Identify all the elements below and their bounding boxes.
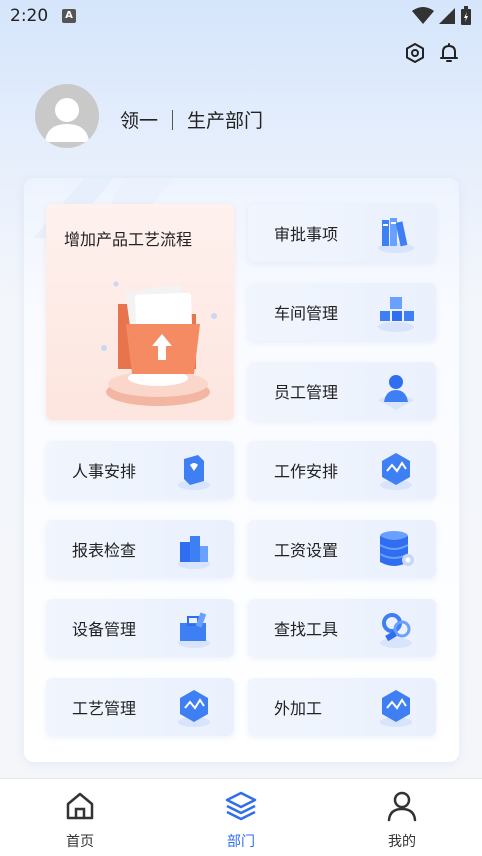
user-name: 领一 <box>120 110 159 132</box>
bell-icon[interactable] <box>438 42 460 64</box>
divider <box>172 109 174 130</box>
settings-icon[interactable] <box>404 42 426 64</box>
person-icon <box>378 375 414 410</box>
tile-label: 报表检查 <box>72 541 137 560</box>
status-indicators <box>412 6 472 26</box>
nav-department[interactable]: 部门 <box>201 789 281 851</box>
books-icon <box>378 218 414 253</box>
salary-settings-tile[interactable]: 工资设置 <box>248 520 436 578</box>
add-process-flow-label: 增加产品工艺流程 <box>64 230 193 249</box>
tile-label: 车间管理 <box>274 304 339 323</box>
bar-blocks-icon <box>178 536 210 569</box>
equipment-management-tile[interactable]: 设备管理 <box>46 599 234 657</box>
nav-department-label: 部门 <box>227 834 255 850</box>
add-process-flow-tile[interactable]: 增加产品工艺流程 <box>46 204 234 420</box>
database-gear-icon <box>379 531 414 566</box>
tile-label: 人事安排 <box>72 462 137 481</box>
report-check-tile[interactable]: 报表检查 <box>46 520 234 578</box>
search-tool-icon <box>380 613 412 648</box>
find-tools-tile[interactable]: 查找工具 <box>248 599 436 657</box>
avatar[interactable] <box>35 84 99 148</box>
document-cube-icon <box>178 455 210 490</box>
nav-home-label: 首页 <box>66 834 94 850</box>
tile-label: 审批事项 <box>274 225 339 244</box>
profile-info: 领一 生产部门 <box>120 106 263 133</box>
layers-icon <box>225 791 257 821</box>
tile-label: 工艺管理 <box>72 699 137 718</box>
nav-mine[interactable]: 我的 <box>362 789 442 851</box>
status-bar: 2:20 A <box>0 0 482 34</box>
bottom-nav: 首页 部门 我的 <box>0 778 482 856</box>
folder-upload-icon <box>101 281 217 406</box>
approval-items-tile[interactable]: 审批事项 <box>248 204 436 262</box>
notification-a-icon: A <box>62 9 76 23</box>
outsourcing-tile[interactable]: 外加工 <box>248 678 436 736</box>
wifi-icon <box>412 7 434 24</box>
hexagon-chart-icon <box>380 453 412 490</box>
signal-icon <box>439 8 455 24</box>
workshop-management-tile[interactable]: 车间管理 <box>248 283 436 341</box>
status-time: 2:20 <box>10 6 49 26</box>
nav-home[interactable]: 首页 <box>40 789 120 851</box>
process-management-tile[interactable]: 工艺管理 <box>46 678 234 736</box>
nav-mine-label: 我的 <box>388 834 416 850</box>
tile-label: 工作安排 <box>274 462 339 481</box>
work-arrangement-tile[interactable]: 工作安排 <box>248 441 436 499</box>
hexagon-chart-icon <box>380 690 412 727</box>
header-actions <box>404 42 460 64</box>
function-card: 增加产品工艺流程 审批事项 车间管理 员工管理 人事安排 工作安排 报表检查 工… <box>24 178 459 762</box>
battery-icon <box>461 6 471 25</box>
tile-label: 员工管理 <box>274 383 339 402</box>
cubes-icon <box>378 297 414 332</box>
staff-management-tile[interactable]: 员工管理 <box>248 362 436 420</box>
tile-label: 工资设置 <box>274 541 339 560</box>
home-icon <box>66 792 94 820</box>
user-icon <box>387 791 417 822</box>
department-name: 生产部门 <box>187 110 264 132</box>
toolbox-icon <box>178 612 210 648</box>
tile-label: 设备管理 <box>72 620 137 639</box>
tile-label: 查找工具 <box>274 620 339 639</box>
hr-arrangement-tile[interactable]: 人事安排 <box>46 441 234 499</box>
tile-label: 外加工 <box>274 699 323 718</box>
hexagon-chart-icon <box>178 690 210 727</box>
